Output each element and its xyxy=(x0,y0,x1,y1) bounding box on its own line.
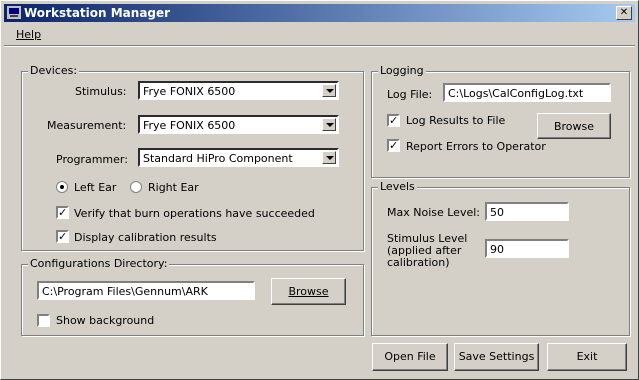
workstation-manager-window: Workstation Manager ✕ Help Devices: Stim… xyxy=(0,0,639,380)
menu-separator xyxy=(4,45,635,47)
right-ear-radio[interactable] xyxy=(130,181,142,193)
open-file-label: Open File xyxy=(384,350,436,363)
left-ear-radio[interactable] xyxy=(56,181,68,193)
left-ear-label: Left Ear xyxy=(74,181,117,194)
stimulus-value: Frye FONIX 6500 xyxy=(143,85,236,98)
config-browse-label: Browse xyxy=(288,285,329,298)
programmer-label: Programmer: xyxy=(56,153,128,166)
log-file-label: Log File: xyxy=(387,88,433,101)
config-dir-legend: Configurations Directory: xyxy=(28,257,170,270)
stimulus-level-value: 90 xyxy=(490,243,504,256)
programmer-select[interactable]: Standard HiPro Component xyxy=(138,148,339,167)
show-background-label: Show background xyxy=(56,314,155,327)
open-file-button[interactable]: Open File xyxy=(372,343,448,371)
max-noise-label: Max Noise Level: xyxy=(387,206,480,219)
save-settings-label: Save Settings xyxy=(458,350,535,363)
config-dir-value: C:\Program Files\Gennum\ARK xyxy=(42,285,208,298)
measurement-value: Frye FONIX 6500 xyxy=(143,119,236,132)
show-background-checkbox[interactable] xyxy=(37,314,50,327)
log-browse-button[interactable]: Browse xyxy=(537,113,611,139)
stimulus-select[interactable]: Frye FONIX 6500 xyxy=(138,81,339,100)
chevron-down-icon[interactable] xyxy=(322,84,336,97)
exit-button[interactable]: Exit xyxy=(547,343,627,371)
menu-help[interactable]: Help xyxy=(16,28,41,41)
config-dir-input[interactable]: C:\Program Files\Gennum\ARK xyxy=(37,281,255,300)
save-settings-button[interactable]: Save Settings xyxy=(454,343,539,371)
stimulus-level-input[interactable]: 90 xyxy=(485,239,569,258)
close-icon: ✕ xyxy=(619,7,629,18)
title-bar: Workstation Manager ✕ xyxy=(4,4,635,22)
window-title: Workstation Manager xyxy=(24,6,171,20)
chevron-down-icon[interactable] xyxy=(322,118,336,131)
report-errors-label: Report Errors to Operator xyxy=(406,140,546,153)
devices-legend: Devices: xyxy=(28,64,80,77)
measurement-label: Measurement: xyxy=(47,119,127,132)
chevron-down-icon[interactable] xyxy=(322,151,336,164)
log-results-checkbox[interactable]: ✓ xyxy=(387,114,400,127)
verify-burn-checkbox[interactable]: ✓ xyxy=(56,206,69,219)
menu-bar: Help xyxy=(4,25,635,43)
max-noise-input[interactable]: 50 xyxy=(485,202,569,221)
display-calibration-label: Display calibration results xyxy=(74,231,217,244)
stimulus-level-label-line3: calibration) xyxy=(387,256,450,269)
exit-label: Exit xyxy=(576,350,598,363)
measurement-select[interactable]: Frye FONIX 6500 xyxy=(138,115,339,134)
max-noise-value: 50 xyxy=(490,206,504,219)
report-errors-checkbox[interactable]: ✓ xyxy=(387,139,400,152)
logging-legend: Logging xyxy=(378,64,426,77)
stimulus-label: Stimulus: xyxy=(75,85,127,98)
verify-burn-label: Verify that burn operations have succeed… xyxy=(74,207,315,220)
log-browse-label: Browse xyxy=(553,120,595,133)
right-ear-label: Right Ear xyxy=(148,181,199,194)
config-browse-button[interactable]: Browse xyxy=(271,278,346,305)
log-file-input[interactable]: C:\Logs\CalConfigLog.txt xyxy=(443,83,611,102)
close-button[interactable]: ✕ xyxy=(616,6,632,20)
log-results-label: Log Results to File xyxy=(406,114,506,127)
programmer-value: Standard HiPro Component xyxy=(143,152,293,165)
levels-legend: Levels xyxy=(378,180,417,193)
log-file-value: C:\Logs\CalConfigLog.txt xyxy=(448,87,584,100)
display-calibration-checkbox[interactable]: ✓ xyxy=(56,230,69,243)
app-icon xyxy=(7,6,21,19)
